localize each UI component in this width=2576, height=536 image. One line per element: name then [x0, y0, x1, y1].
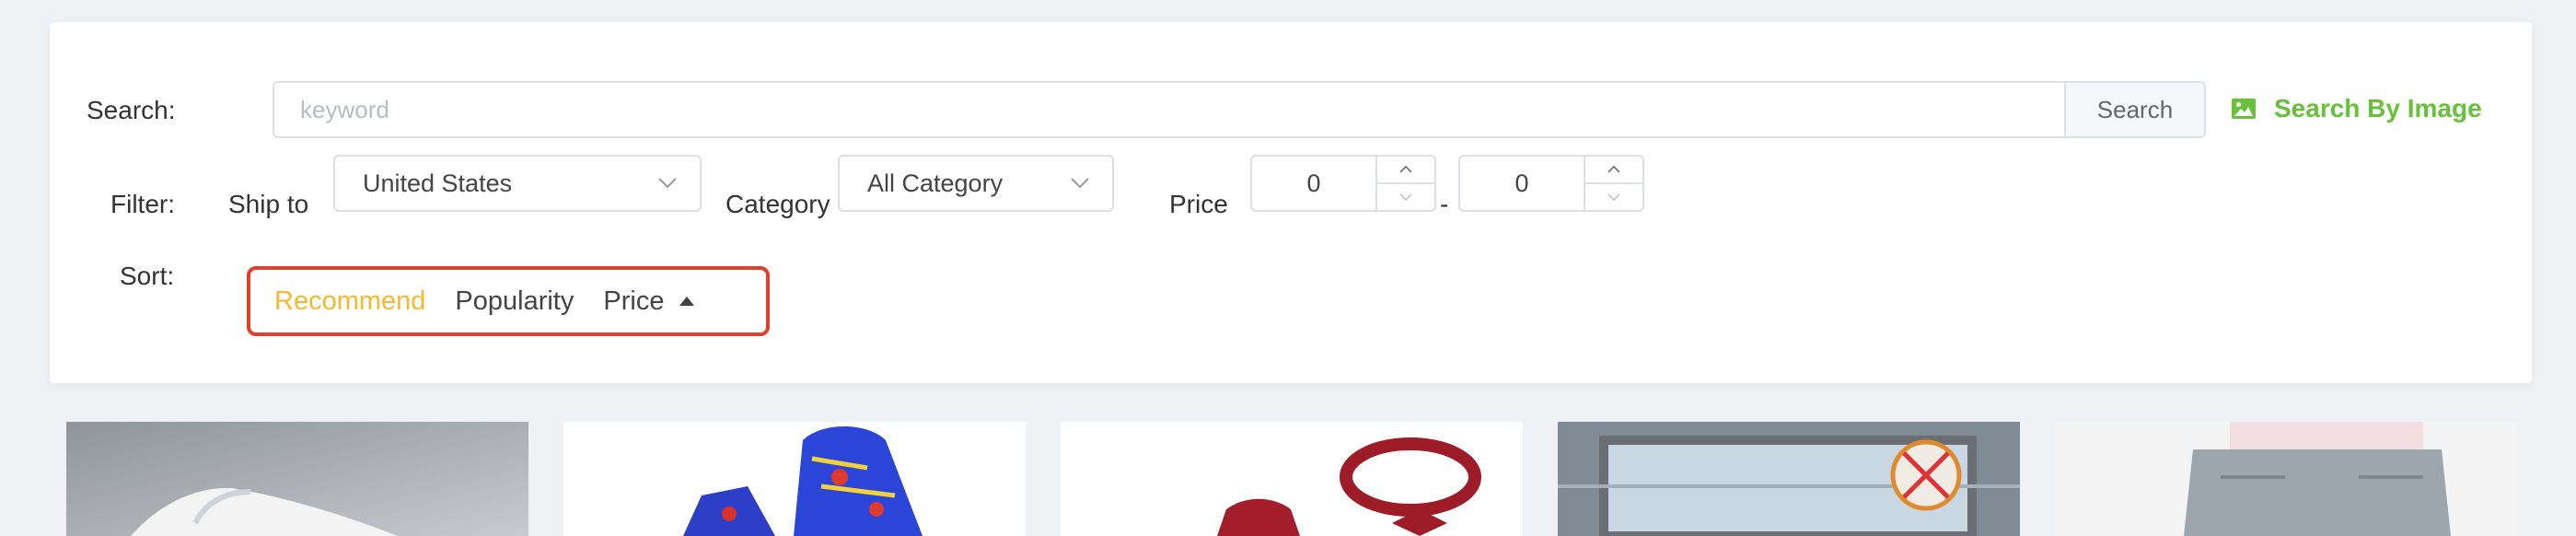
price-max-stepper[interactable]: 0: [1458, 155, 1644, 212]
sort-label: Sort:: [120, 262, 175, 290]
increment-button[interactable]: [1377, 157, 1434, 182]
chevron-down-icon: [1607, 193, 1620, 202]
search-filter-panel: Search: Search Search By Image Filter: S…: [50, 22, 2532, 383]
product-card[interactable]: [563, 422, 1026, 536]
sort-popularity[interactable]: Popularity: [455, 286, 574, 317]
sort-price-label: Price: [603, 285, 665, 316]
price-range-separator: -: [1440, 190, 1449, 218]
chevron-up-icon: [1607, 165, 1620, 173]
increment-button[interactable]: [1585, 157, 1642, 182]
ship-to-value: United States: [363, 169, 513, 197]
image-icon: [2232, 99, 2256, 119]
chevron-down-icon: [658, 178, 677, 189]
chevron-down-icon: [1399, 193, 1412, 202]
price-min-value[interactable]: 0: [1252, 157, 1375, 210]
chevron-down-icon: [1071, 178, 1089, 189]
product-image: [563, 422, 1026, 536]
decrement-button[interactable]: [1585, 182, 1642, 210]
search-by-image-label: Search By Image: [2274, 94, 2482, 122]
product-card[interactable]: [66, 422, 528, 536]
search-input[interactable]: [273, 81, 2068, 138]
product-card[interactable]: [1558, 422, 2020, 536]
price-label: Price: [1169, 190, 1228, 218]
product-card[interactable]: [2055, 422, 2517, 536]
filter-label: Filter:: [110, 190, 175, 218]
product-image: [1061, 422, 1523, 536]
product-image: [1558, 422, 2020, 536]
ship-to-label: Ship to: [228, 190, 309, 218]
search-label: Search:: [87, 96, 176, 124]
search-button[interactable]: Search: [2064, 81, 2206, 138]
product-card[interactable]: [1061, 422, 1523, 536]
chevron-up-icon: [1399, 165, 1412, 173]
price-min-stepper[interactable]: 0: [1250, 155, 1436, 212]
category-value: All Category: [867, 169, 1004, 197]
category-label: Category: [725, 190, 830, 218]
caret-up-icon: [679, 297, 695, 306]
category-select[interactable]: All Category: [838, 155, 1114, 212]
ship-to-select[interactable]: United States: [333, 155, 702, 212]
sort-recommend[interactable]: Recommend: [274, 286, 425, 317]
sort-options: Recommend Popularity Price: [247, 266, 770, 336]
product-image: [2055, 422, 2517, 536]
product-image: [66, 422, 528, 536]
search-by-image-button[interactable]: Search By Image: [2232, 94, 2482, 123]
price-max-value[interactable]: 0: [1460, 157, 1584, 210]
decrement-button[interactable]: [1377, 182, 1434, 210]
sort-price[interactable]: Price: [603, 286, 695, 317]
